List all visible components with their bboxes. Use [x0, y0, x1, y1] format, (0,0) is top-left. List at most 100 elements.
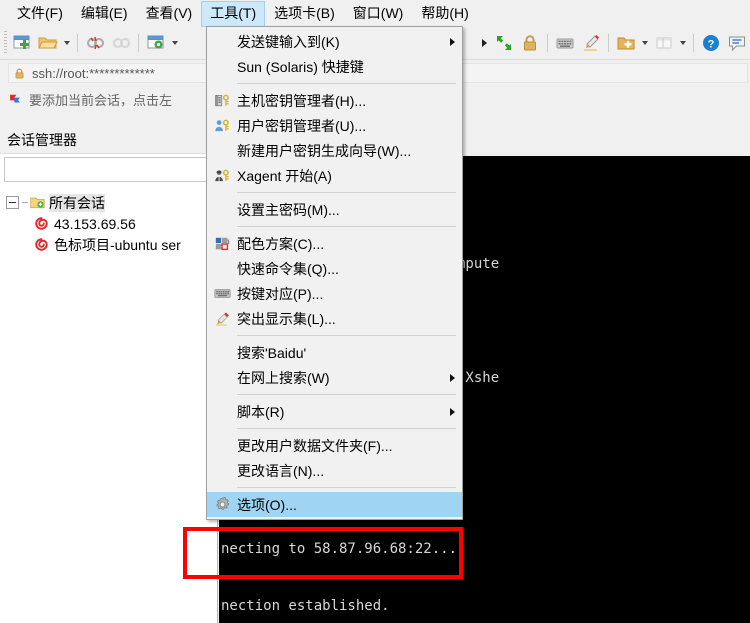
menu-icon-placeholder: [207, 138, 237, 163]
submenu-arrow-icon: [442, 373, 462, 382]
menu-item-label: 选项(O)...: [237, 496, 297, 513]
menu-highlight-sets[interactable]: 突出显示集(L)...: [207, 306, 462, 331]
menu-separator: [237, 394, 456, 395]
menu-item-label: 按键对应(P)...: [237, 285, 324, 302]
submenu-arrow-icon: [442, 407, 462, 416]
menu-xagent-start[interactable]: Xagent 开始(A): [207, 163, 462, 188]
menu-separator: [237, 226, 456, 227]
menu-icon-placeholder: [207, 458, 237, 483]
terminal-line: necting to 58.87.96.68:22...: [221, 541, 458, 557]
user-key-icon: [207, 113, 237, 138]
menu-icon-placeholder: [207, 197, 237, 222]
toolbar-separator: [77, 34, 78, 52]
menu-send-key-input-to[interactable]: 发送键输入到(K): [207, 29, 462, 54]
session-properties-icon[interactable]: [143, 30, 169, 56]
session-tree: 所有会话 43.153.69.56 色标项目-ubuntu ser: [0, 182, 217, 255]
folder-icon: [30, 195, 45, 210]
menu-change-user-data-folder[interactable]: 更改用户数据文件夹(F)...: [207, 433, 462, 458]
color-scheme-icon: [207, 231, 237, 256]
menu-icon-placeholder: [207, 365, 237, 390]
menu-icon-placeholder: [207, 433, 237, 458]
menu-key-mapping[interactable]: 按键对应(P)...: [207, 281, 462, 306]
menu-item-label: 配色方案(C)...: [237, 235, 325, 252]
keyboard-icon[interactable]: [552, 30, 578, 56]
session-manager-panel: 会话管理器 所有会话 43.153.69.56 色标项目-ubuntu ser: [0, 127, 218, 623]
menu-separator: [237, 428, 456, 429]
tree-guide: [22, 202, 28, 203]
menu-options[interactable]: 选项(O)...: [207, 492, 462, 517]
session-properties-caret[interactable]: [169, 30, 181, 56]
session-icon: [34, 216, 49, 231]
gear-icon: [207, 492, 237, 517]
menu-search-baidu[interactable]: 搜索'Baidu': [207, 340, 462, 365]
session-search-input[interactable]: [4, 157, 213, 182]
info-bar-text: 要添加当前会话，点击左: [29, 92, 173, 108]
menu-item-label: 更改语言(N)...: [237, 462, 325, 479]
menu-help[interactable]: 帮助(H): [412, 1, 477, 27]
menu-host-key-manager[interactable]: 主机密钥管理者(H)...: [207, 88, 462, 113]
menu-change-language[interactable]: 更改语言(N)...: [207, 458, 462, 483]
lock-icon: [13, 67, 26, 80]
menu-window[interactable]: 窗口(W): [344, 1, 413, 27]
keyboard-icon: [207, 281, 237, 306]
menu-quick-command-sets[interactable]: 快速命令集(Q)...: [207, 256, 462, 281]
menu-tools[interactable]: 工具(T): [201, 0, 266, 27]
highlight-pen-icon[interactable]: [578, 30, 604, 56]
session-tree-root[interactable]: 所有会话: [0, 192, 217, 213]
new-session-icon[interactable]: [9, 30, 35, 56]
menu-user-key-manager[interactable]: 用户密钥管理者(U)...: [207, 113, 462, 138]
session-manager-title: 会话管理器: [0, 127, 217, 154]
menu-item-label: 在网上搜索(W): [237, 369, 330, 386]
session-icon: [34, 237, 49, 252]
add-to-folder-caret[interactable]: [639, 30, 651, 56]
toolbar-overflow-arrow[interactable]: [477, 30, 491, 56]
session-item-1[interactable]: 色标项目-ubuntu ser: [0, 234, 217, 255]
menu-set-master-password[interactable]: 设置主密码(M)...: [207, 197, 462, 222]
add-to-folder-icon[interactable]: [613, 30, 639, 56]
menu-item-label: 用户密钥管理者(U)...: [237, 117, 367, 134]
menu-file[interactable]: 文件(F): [8, 1, 72, 27]
menu-new-user-key-wizard[interactable]: 新建用户密钥生成向导(W)...: [207, 138, 462, 163]
xshell-window: 文件(F) 编辑(E) 查看(V) 工具(T) 选项卡(B) 窗口(W) 帮助(…: [0, 0, 750, 623]
menu-color-scheme[interactable]: 配色方案(C)...: [207, 231, 462, 256]
menu-search-web[interactable]: 在网上搜索(W): [207, 365, 462, 390]
menu-sun-solaris-shortcuts[interactable]: Sun (Solaris) 快捷键: [207, 54, 462, 79]
chat-icon[interactable]: [724, 30, 750, 56]
menu-item-label: 脚本(R): [237, 403, 285, 420]
menu-item-label: 主机密钥管理者(H)...: [237, 92, 367, 109]
session-item-1-label: 色标项目-ubuntu ser: [54, 236, 181, 253]
session-item-0[interactable]: 43.153.69.56: [0, 213, 217, 234]
highlight-pen-icon: [207, 306, 237, 331]
menu-item-label: Xagent 开始(A): [237, 167, 332, 184]
host-key-icon: [207, 88, 237, 113]
menu-icon-placeholder: [207, 256, 237, 281]
open-folder-icon[interactable]: [35, 30, 61, 56]
collapse-icon[interactable]: [6, 196, 19, 209]
disconnect-icon[interactable]: [82, 30, 108, 56]
session-tree-root-label: 所有会话: [49, 193, 105, 212]
fullscreen-icon[interactable]: [491, 30, 517, 56]
lock-icon[interactable]: [517, 30, 543, 56]
split-layout-caret[interactable]: [677, 30, 689, 56]
help-icon[interactable]: ?: [698, 30, 724, 56]
menu-tabs[interactable]: 选项卡(B): [265, 1, 344, 27]
menu-view[interactable]: 查看(V): [137, 1, 202, 27]
link-icon: [108, 30, 134, 56]
menu-item-label: Sun (Solaris) 快捷键: [237, 58, 364, 75]
menu-icon-placeholder: [207, 340, 237, 365]
submenu-arrow-icon: [442, 37, 462, 46]
tools-dropdown-menu: 发送键输入到(K) Sun (Solaris) 快捷键 主机密钥管理者(H)..…: [206, 26, 463, 520]
menu-edit[interactable]: 编辑(E): [72, 1, 137, 27]
menu-separator: [237, 335, 456, 336]
menu-item-label: 快速命令集(Q)...: [237, 260, 339, 277]
menu-icon-placeholder: [207, 29, 237, 54]
menu-script[interactable]: 脚本(R): [207, 399, 462, 424]
toolbar-grip[interactable]: [2, 31, 7, 55]
menu-item-label: 设置主密码(M)...: [237, 201, 340, 218]
menu-icon-placeholder: [207, 54, 237, 79]
open-folder-caret[interactable]: [61, 30, 73, 56]
menu-separator: [237, 192, 456, 193]
red-flag-icon: [8, 92, 22, 106]
xagent-icon: [207, 163, 237, 188]
menu-icon-placeholder: [207, 399, 237, 424]
